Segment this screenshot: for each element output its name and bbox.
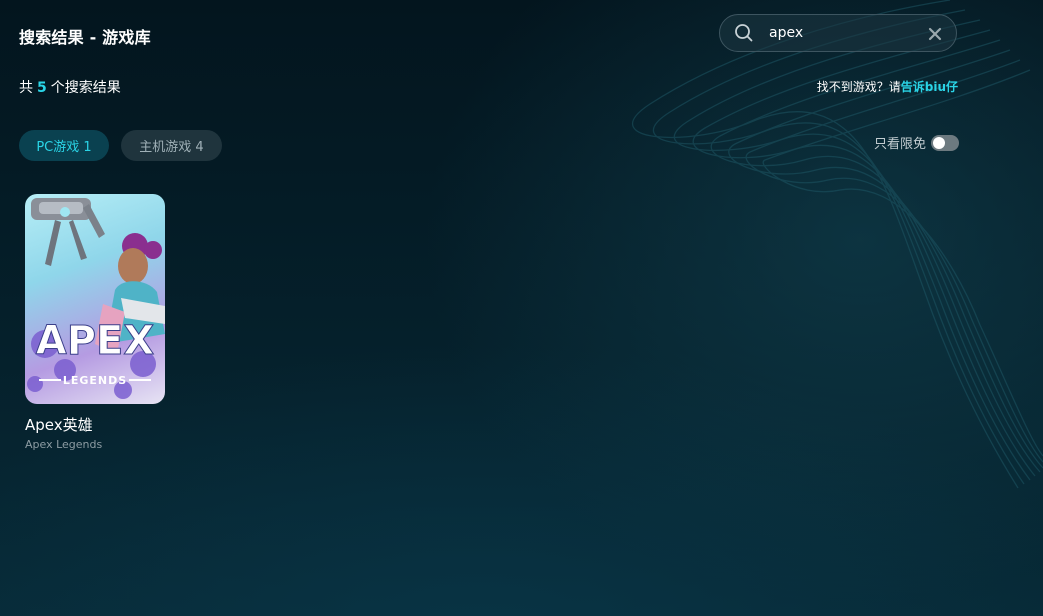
search-input[interactable] xyxy=(769,25,919,41)
result-count-suffix: 个搜索结果 xyxy=(50,80,121,96)
game-english-title: Apex Legends xyxy=(25,438,103,451)
missing-game-hint: 找不到游戏？请告诉biu仔 xyxy=(817,78,958,95)
result-count-number: 5 xyxy=(37,80,47,96)
drone-art xyxy=(31,198,105,266)
report-link[interactable]: 告诉biu仔 xyxy=(901,80,958,94)
game-title[interactable]: Apex英雄 xyxy=(25,414,165,435)
svg-text:APEX: APEX xyxy=(36,318,155,364)
search-box[interactable] xyxy=(719,14,957,52)
result-count-prefix: 共 xyxy=(19,80,33,96)
close-icon[interactable] xyxy=(928,26,942,41)
game-card[interactable]: APEX LEGENDS Apex英雄 Apex Legends xyxy=(25,194,165,451)
background-pattern xyxy=(632,0,1043,489)
toggle-knob xyxy=(933,136,945,149)
result-count: 共 5 个搜索结果 xyxy=(19,77,121,97)
search-icon xyxy=(734,23,754,43)
tab-pc-games[interactable]: PC游戏 1 xyxy=(19,130,109,161)
apex-logo: APEX LEGENDS xyxy=(35,318,155,388)
free-only-label: 只看限免 xyxy=(873,137,926,152)
free-only-toggle[interactable] xyxy=(931,134,959,151)
missing-game-text: 找不到游戏？请 xyxy=(816,80,901,94)
free-only-filter: 只看限免 xyxy=(874,133,959,152)
svg-text:LEGENDS: LEGENDS xyxy=(63,374,127,387)
tab-console-games[interactable]: 主机游戏 4 xyxy=(121,130,222,161)
page-title: 搜索结果 - 游戏库 xyxy=(19,28,151,47)
game-cover-image: APEX LEGENDS xyxy=(25,194,165,404)
